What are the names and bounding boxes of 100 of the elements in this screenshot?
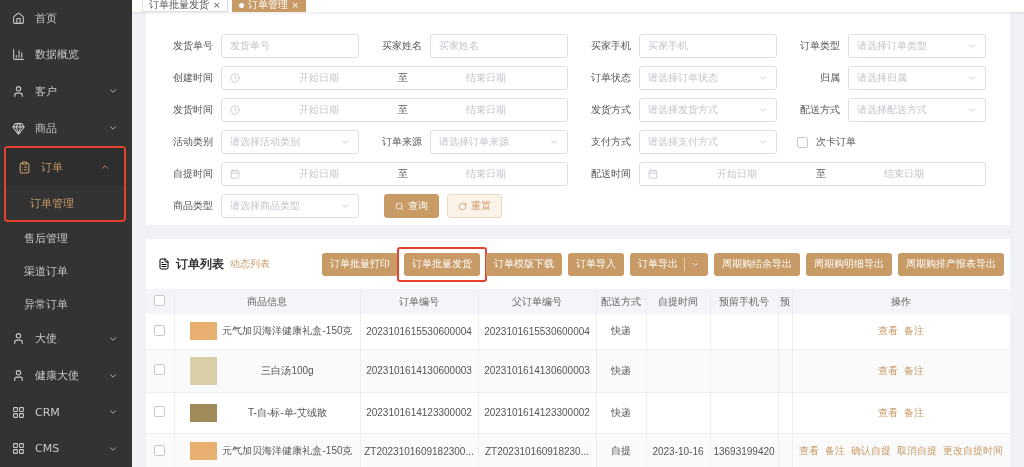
- sidebar-subitem[interactable]: 异常订单: [0, 287, 132, 321]
- checkbox[interactable]: [154, 364, 166, 375]
- tab[interactable]: 订单批量发货 ×: [142, 0, 228, 12]
- table-cell: 2023101614130600003: [484, 365, 590, 376]
- action-link[interactable]: 查看: [878, 324, 898, 339]
- table-cell: 2023101615530600004: [484, 325, 590, 337]
- field-label: 自提时间: [173, 167, 213, 181]
- home-icon: [12, 11, 25, 25]
- sidebar-subitem[interactable]: 售后管理: [0, 222, 132, 256]
- column-header: 预留手机号: [710, 289, 778, 314]
- column-header: 自提时间: [646, 289, 710, 314]
- toolbar-button[interactable]: 周期购结余导出: [714, 252, 800, 276]
- table-cell: 2023101615530600004: [366, 325, 472, 337]
- field-label: 订单来源: [382, 135, 422, 149]
- column-header: 订单编号: [360, 289, 478, 314]
- sidebar-item[interactable]: 数据概览: [0, 36, 132, 74]
- close-icon[interactable]: ×: [213, 0, 221, 10]
- field-label: 发货方式: [591, 103, 631, 117]
- field-label: 配送方式: [800, 103, 840, 117]
- column-header: 操作: [792, 289, 1010, 314]
- table-cell: 2023101614123300002: [366, 407, 472, 418]
- table-cell-text: 元气加贝海洋健康礼盒-150克: [221, 324, 354, 339]
- sidebar-item[interactable]: 客户: [0, 73, 132, 110]
- grid-icon: [12, 442, 25, 456]
- table-cell: ZT202310160918230...: [485, 445, 589, 457]
- grid-icon: [12, 405, 25, 419]
- field-label: 发货单号: [173, 39, 213, 53]
- table-cell: 2023101614123300002: [484, 407, 590, 418]
- column-header: 父订单编号: [478, 289, 596, 314]
- photo-placeholder: [189, 442, 217, 460]
- tab[interactable]: 订单管理 ×: [231, 0, 307, 12]
- search-button[interactable]: 查询: [384, 194, 439, 218]
- sidebar-item[interactable]: 大使: [0, 320, 132, 358]
- sidebar-item[interactable]: CRM: [0, 393, 132, 431]
- column-header: 商品信息: [174, 289, 360, 314]
- field-label: 活动类别: [173, 135, 213, 149]
- user-icon: [12, 85, 25, 98]
- checkbox[interactable]: [797, 136, 808, 148]
- chevron-down-icon: [549, 137, 559, 147]
- field-label: 支付方式: [591, 135, 631, 149]
- field-label: 买家手机: [591, 39, 631, 53]
- field-label: 买家姓名: [382, 39, 422, 53]
- action-link[interactable]: 备注: [904, 324, 924, 339]
- list-title: 订单列表: [176, 255, 224, 273]
- sidebar-item[interactable]: 首页: [0, 0, 132, 37]
- clipboard-icon: [18, 160, 31, 174]
- action-link[interactable]: 确认自提: [851, 444, 891, 458]
- toolbar-button[interactable]: 订单模版下载: [486, 252, 562, 276]
- checkbox[interactable]: [154, 324, 166, 336]
- toolbar-button[interactable]: 订单批量打印: [322, 252, 398, 276]
- field-label: 配送时间: [591, 167, 631, 181]
- list-subtitle: 动态列表: [230, 257, 271, 271]
- action-link[interactable]: 查看: [878, 405, 898, 420]
- field-label: 订单类型: [800, 39, 840, 53]
- action-link[interactable]: 更改自提时间: [943, 444, 1003, 458]
- toolbar-button[interactable]: 订单批量发货: [404, 252, 480, 276]
- photo-placeholder: [189, 403, 217, 422]
- chevron-down-icon: [758, 105, 768, 115]
- column-header: 配送方式: [596, 289, 646, 314]
- field-label: 订单状态: [591, 71, 631, 85]
- table-cell-text: T-自-标-单-艾绒散: [247, 405, 328, 420]
- refresh-icon: [458, 201, 467, 211]
- action-link[interactable]: 备注: [904, 405, 924, 420]
- checkbox[interactable]: [154, 444, 166, 456]
- toolbar-button[interactable]: 订单导入: [568, 252, 624, 276]
- field-label: 创建时间: [173, 71, 213, 85]
- sidebar-item[interactable]: 商品: [0, 109, 132, 147]
- table-cell: 13693199420: [713, 445, 775, 457]
- table-cell-text: 三白汤100g: [260, 363, 315, 378]
- user-icon: [12, 332, 25, 346]
- reset-button[interactable]: 重置: [447, 194, 502, 218]
- chevron-down-icon: [758, 73, 768, 83]
- table-cell: 2023101614130600003: [366, 365, 472, 376]
- action-link[interactable]: 查看: [799, 444, 819, 458]
- action-link[interactable]: 备注: [904, 363, 924, 378]
- calendar-icon: [648, 169, 658, 179]
- checkbox[interactable]: [154, 295, 166, 306]
- table-cell: ZT2023101609182300...: [364, 445, 474, 457]
- action-link[interactable]: 取消自提: [897, 444, 937, 458]
- toolbar-button[interactable]: 订单导出: [630, 252, 708, 276]
- close-icon[interactable]: ×: [291, 0, 300, 10]
- table-cell: 2023-10-16: [652, 445, 704, 457]
- table-cell: 快递: [611, 406, 631, 418]
- action-link[interactable]: 备注: [825, 444, 845, 458]
- field-label: 商品类型: [173, 199, 213, 213]
- sidebar-subitem[interactable]: 订单管理: [6, 186, 124, 221]
- sidebar-subitem[interactable]: 渠道订单: [0, 255, 132, 288]
- checkbox[interactable]: [154, 406, 166, 417]
- sidebar-item[interactable]: CMS: [0, 430, 132, 467]
- sidebar-item[interactable]: 健康大使: [0, 357, 132, 394]
- action-link[interactable]: 查看: [878, 363, 898, 378]
- user-icon: [12, 369, 25, 382]
- sidebar-item[interactable]: 订单: [6, 148, 124, 187]
- chevron-down-icon: [967, 73, 977, 83]
- diamond-icon: [12, 121, 25, 135]
- toolbar-button[interactable]: 周期购明细导出: [806, 252, 892, 276]
- bar-chart-icon: [12, 48, 25, 62]
- toolbar-button[interactable]: 周期购排产报表导出: [898, 252, 1004, 276]
- calendar-icon: [230, 169, 240, 179]
- chevron-down-icon: [340, 201, 350, 211]
